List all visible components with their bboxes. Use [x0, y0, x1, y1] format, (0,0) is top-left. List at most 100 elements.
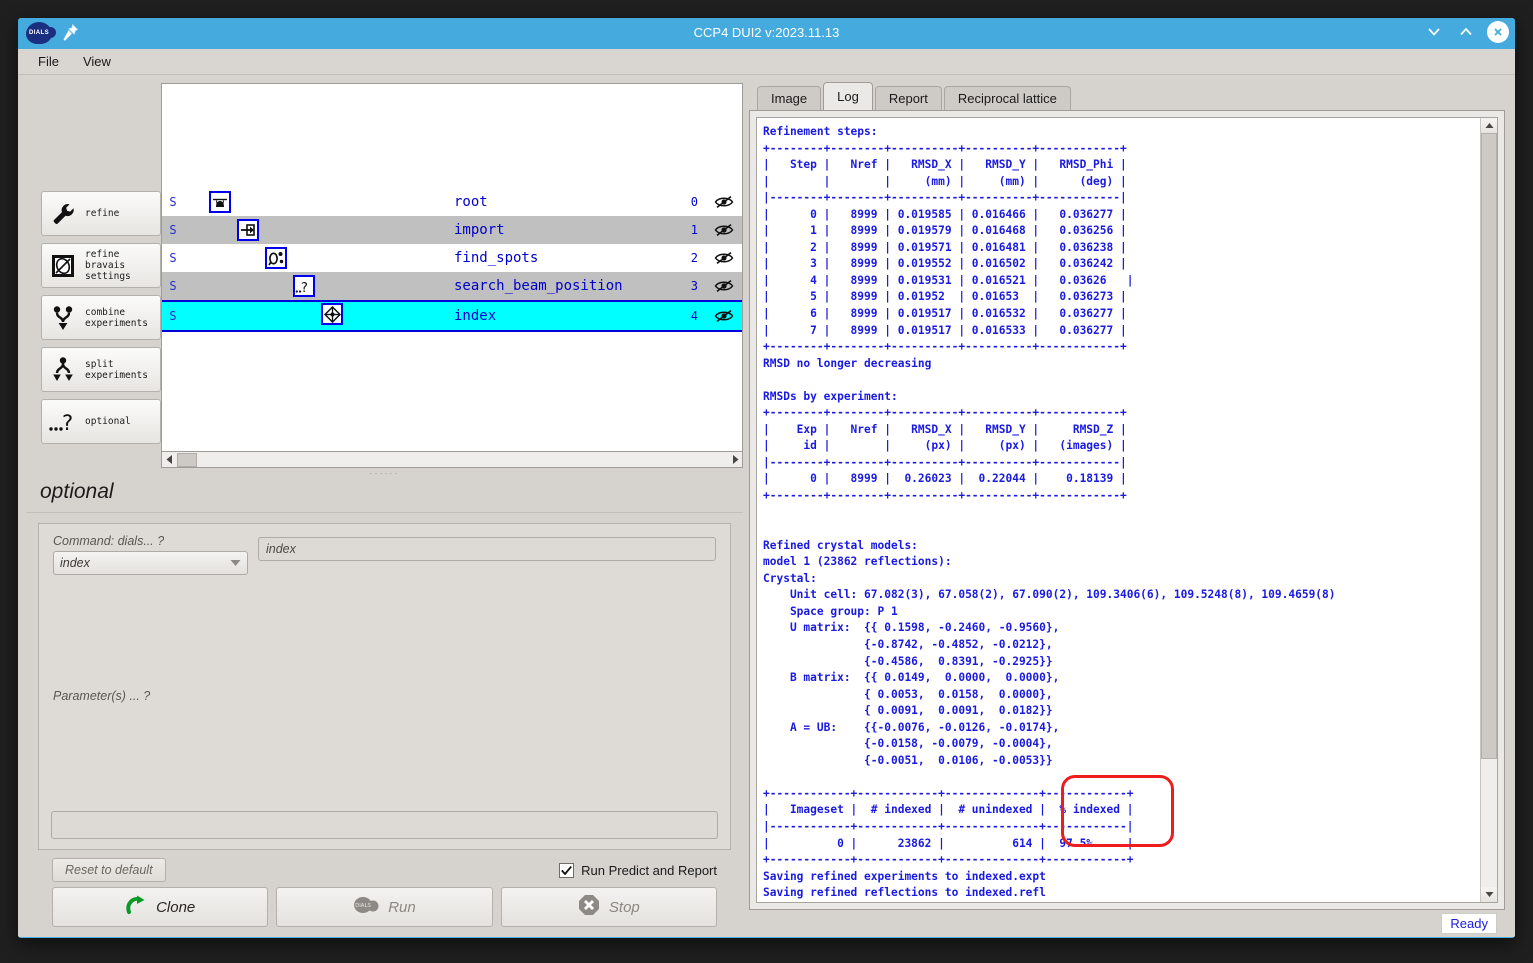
table-row[interactable]: S ? search_beam_position 3	[162, 272, 742, 300]
application-window: DIALS CCP4 DUI2 v:2023.11.13 File View r…	[18, 18, 1515, 938]
title-bar: DIALS CCP4 DUI2 v:2023.11.13	[18, 18, 1515, 49]
eye-slash-icon[interactable]	[706, 195, 742, 209]
tab-report[interactable]: Report	[874, 86, 942, 110]
sidebar-item-label: combine experiments	[85, 306, 148, 329]
dials-logo-text: DIALS	[29, 30, 49, 36]
log-view[interactable]: Refinement steps: +--------+--------+---…	[756, 117, 1498, 903]
row-name: search_beam_position	[454, 278, 623, 294]
row-status-letter: S	[169, 279, 177, 293]
sidebar-item-label: refine	[85, 208, 120, 219]
row-icon-cell	[184, 216, 454, 244]
chevron-down-icon	[230, 560, 241, 566]
run-button-label: Run	[388, 898, 416, 916]
command-panel: Command: dials... ? index Parameter(s) .…	[26, 512, 743, 937]
command-select[interactable]: index	[53, 551, 248, 575]
sidebar-item-refine-bravais-settings[interactable]: refine bravais settings	[41, 243, 161, 288]
import-icon	[237, 219, 259, 241]
command-select-value: index	[60, 556, 90, 570]
scroll-down-arrow[interactable]	[1481, 886, 1497, 902]
stop-button[interactable]: Stop	[500, 887, 717, 927]
tree-container: S root 0 S import 1 S find_spots 2 S ? s…	[161, 83, 743, 468]
find-spots-icon	[265, 247, 287, 269]
question-icon: ?	[46, 409, 80, 435]
clone-button[interactable]: Clone	[52, 887, 269, 927]
sidebar-item-label: split experiments	[85, 358, 148, 381]
svg-text:?: ?	[301, 281, 308, 294]
table-row-selected[interactable]: S index 4	[162, 300, 742, 332]
tab-reciprocal-lattice[interactable]: Reciprocal lattice	[943, 86, 1071, 110]
tab-bar: Image Log Report Reciprocal lattice	[749, 82, 1505, 110]
row-status-letter: S	[169, 251, 177, 265]
sidebar-item-combine-experiments[interactable]: combine experiments	[41, 295, 161, 340]
root-icon	[209, 191, 231, 213]
check-icon	[561, 865, 573, 875]
tree-rows: S root 0 S import 1 S find_spots 2 S ? s…	[162, 188, 742, 332]
clone-button-label: Clone	[156, 898, 196, 916]
scroll-track[interactable]	[177, 452, 727, 467]
sidebar-item-split-experiments[interactable]: split experiments	[41, 347, 161, 392]
tree-area: refine refine bravais settings combine e…	[26, 83, 743, 468]
status-badge: Ready	[1441, 912, 1497, 934]
table-row[interactable]: S	[162, 216, 742, 244]
parameters-input[interactable]	[51, 811, 718, 839]
panel-splitter[interactable]: ······	[26, 468, 743, 478]
sidebar-item-refine[interactable]: refine	[41, 191, 161, 236]
wrench-icon	[46, 200, 80, 228]
log-output-text: Refinement steps: +--------+--------+---…	[763, 125, 1336, 900]
sidebar-item-label: optional	[85, 416, 131, 427]
row-index: 0	[690, 195, 698, 209]
screen-root: DIALS CCP4 DUI2 v:2023.11.13 File View r…	[0, 0, 1533, 963]
minimize-button[interactable]	[1423, 21, 1445, 43]
window-body: refine refine bravais settings combine e…	[18, 75, 1515, 937]
tab-log[interactable]: Log	[823, 82, 873, 110]
tab-image[interactable]: Image	[757, 86, 822, 110]
checkbox-label: Run Predict and Report	[581, 862, 717, 878]
eye-slash-icon[interactable]	[706, 279, 742, 293]
row-status-letter: S	[169, 195, 177, 209]
dials-logo-icon: DIALS	[353, 895, 379, 920]
sidebar-item-optional[interactable]: ? optional	[41, 399, 161, 444]
table-row[interactable]: S	[162, 244, 742, 272]
search-beam-icon: ?	[293, 275, 315, 297]
scroll-thumb[interactable]	[1481, 133, 1497, 759]
command-row: index	[53, 537, 716, 575]
checkbox-box[interactable]	[559, 862, 575, 878]
scroll-thumb[interactable]	[177, 452, 197, 467]
index-icon	[321, 303, 343, 325]
tree-horizontal-scrollbar[interactable]	[161, 452, 743, 468]
left-panel: refine refine bravais settings combine e…	[26, 83, 743, 937]
reset-to-default-button[interactable]: Reset to default	[52, 858, 166, 882]
menu-bar: File View	[18, 49, 1515, 75]
run-predict-and-report-checkbox[interactable]: Run Predict and Report	[559, 862, 717, 878]
right-panel: Image Log Report Reciprocal lattice Refi…	[749, 82, 1507, 937]
svg-text:?: ?	[62, 411, 73, 435]
svg-text:DIALS: DIALS	[355, 903, 371, 909]
row-icon-cell: ?	[184, 272, 454, 300]
row-index: 2	[690, 251, 698, 265]
menu-file[interactable]: File	[28, 51, 69, 72]
eye-slash-icon[interactable]	[706, 309, 742, 323]
log-vertical-scrollbar[interactable]	[1480, 118, 1497, 902]
maximize-button[interactable]	[1455, 21, 1477, 43]
eye-slash-icon[interactable]	[706, 251, 742, 265]
scroll-up-arrow[interactable]	[1481, 118, 1497, 133]
table-row[interactable]: S	[162, 188, 742, 216]
scroll-right-arrow[interactable]	[727, 453, 742, 467]
page-title: optional	[40, 480, 114, 503]
stop-button-label: Stop	[608, 898, 640, 916]
row-name: find_spots	[454, 250, 539, 266]
scroll-left-arrow[interactable]	[162, 453, 177, 467]
row-index: 1	[690, 223, 698, 237]
run-button[interactable]: DIALS Run	[276, 887, 493, 927]
command-input[interactable]	[258, 537, 716, 561]
row-status-letter: S	[169, 223, 177, 237]
row-name: root	[454, 194, 488, 210]
stop-octagon-icon	[578, 894, 600, 921]
menu-view[interactable]: View	[73, 51, 121, 72]
close-button[interactable]	[1487, 21, 1509, 43]
row-status-letter: S	[169, 309, 177, 323]
scroll-track[interactable]	[1481, 133, 1497, 887]
eye-slash-icon[interactable]	[706, 223, 742, 237]
pipeline-tree[interactable]: S root 0 S import 1 S find_spots 2 S ? s…	[161, 83, 743, 452]
row-index: 3	[690, 279, 698, 293]
